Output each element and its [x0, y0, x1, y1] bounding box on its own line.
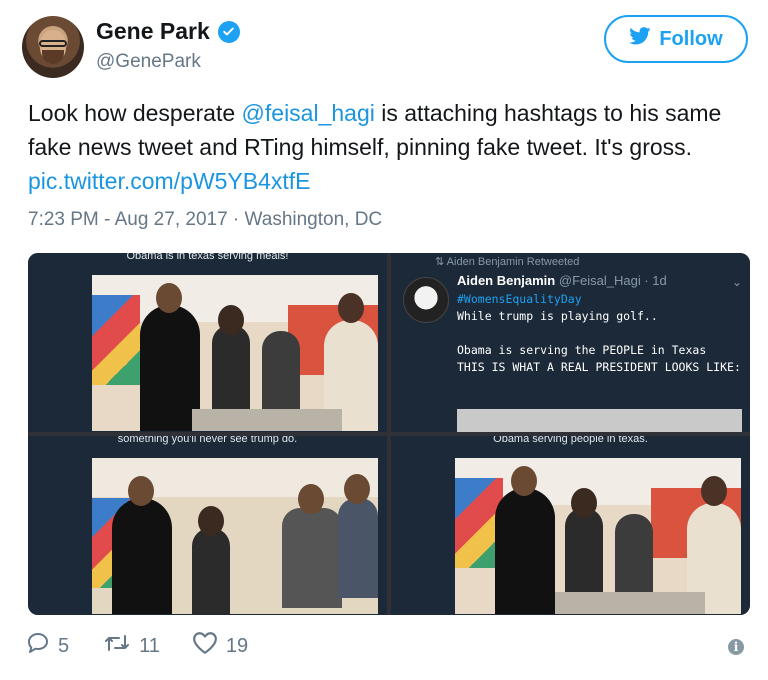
author-handle[interactable]: @GenePark: [96, 51, 240, 73]
embedded-hashtag: #WomensEqualityDay: [457, 292, 582, 306]
like-count: 19: [225, 634, 249, 657]
embedded-tweet-body: #WomensEqualityDay While trump is playin…: [457, 291, 742, 376]
person-black-shirt: [140, 305, 200, 431]
person-head: [156, 283, 182, 313]
retweeted-label: ⇅ Aiden Benjamin Retweeted: [435, 256, 580, 268]
image-caption: Obama is in texas serving meals!: [126, 253, 289, 262]
person-black-shirt: [112, 498, 172, 614]
media-link[interactable]: pic.twitter.com/pW5YB4xtfE: [28, 168, 310, 194]
author-name-row: Gene Park: [96, 18, 240, 45]
embedded-author: Aiden Benjamin @Feisal_Hagi · 1d: [457, 273, 667, 288]
person-head: [701, 476, 727, 506]
verified-badge-icon: [217, 20, 240, 43]
person-head: [218, 305, 244, 335]
like-button[interactable]: 19: [192, 631, 248, 661]
embedded-name: Aiden Benjamin: [457, 273, 556, 288]
wall-mural: [92, 295, 140, 385]
media-image-2[interactable]: ⇅ Aiden Benjamin Retweeted Aiden Benjami…: [391, 253, 750, 432]
chevron-down-icon: ⌄: [731, 275, 742, 289]
retweet-icon: [103, 632, 131, 660]
follow-button[interactable]: Follow: [604, 15, 748, 63]
person-plaid-shirt: [338, 498, 378, 598]
person-head: [511, 466, 537, 496]
embedded-avatar: [403, 277, 449, 323]
heart-icon: [192, 631, 218, 661]
tweet-text-start: Look how desperate: [28, 100, 242, 126]
person-server: [192, 528, 230, 614]
avatar-beard: [42, 50, 64, 64]
tweet-timestamp[interactable]: 7:23 PM - Aug 27, 2017 · Washington, DC: [28, 209, 382, 231]
retweet-count: 11: [139, 634, 160, 657]
reply-count: 5: [58, 634, 70, 657]
embedded-line: While trump is playing golf..: [457, 309, 658, 323]
retweet-button[interactable]: 11: [103, 632, 160, 660]
person-head: [344, 474, 370, 504]
tweet-actions: 5 11 19 i: [26, 630, 750, 662]
media-grid[interactable]: Obama is in texas serving meals! ⇅ Aiden…: [28, 253, 750, 615]
media-image-1[interactable]: Obama is in texas serving meals!: [28, 253, 387, 432]
embedded-image: [457, 409, 742, 432]
tweet-text: Look how desperate @feisal_hagi is attac…: [28, 96, 748, 198]
twitter-bird-icon: [629, 27, 651, 51]
reply-icon: [26, 631, 50, 661]
person-head: [198, 506, 224, 536]
follow-label: Follow: [659, 27, 723, 50]
embedded-handle: @Feisal_Hagi · 1d: [558, 273, 667, 288]
person-head: [128, 476, 154, 506]
person-head: [298, 484, 324, 514]
person-head: [571, 488, 597, 518]
media-image-4[interactable]: Obama serving people in texas.: [391, 436, 750, 615]
info-icon[interactable]: i: [728, 639, 744, 655]
media-image-3[interactable]: something you'll never see trump do.: [28, 436, 387, 615]
image-caption: Obama serving people in texas.: [493, 436, 648, 445]
serving-table: [555, 592, 705, 614]
person-head: [338, 293, 364, 323]
reply-button[interactable]: 5: [26, 631, 69, 661]
person-black-shirt: [495, 488, 555, 614]
serving-table: [192, 409, 342, 431]
embedded-line: THIS IS WHAT A REAL PRESIDENT LOOKS LIKE…: [457, 360, 741, 374]
author-avatar[interactable]: [22, 16, 84, 78]
embedded-line-blank: [457, 325, 742, 342]
author-display-name[interactable]: Gene Park: [96, 18, 210, 45]
author-info[interactable]: Gene Park @GenePark: [96, 18, 240, 73]
avatar-glasses: [39, 40, 67, 47]
serving-photo: [455, 458, 741, 614]
person-striped-shirt: [282, 508, 342, 608]
serving-photo: [92, 275, 378, 431]
serving-photo: [92, 458, 378, 614]
embedded-line: Obama is serving the PEOPLE in Texas: [457, 343, 707, 357]
image-caption: something you'll never see trump do.: [117, 436, 298, 445]
mention-link[interactable]: @feisal_hagi: [242, 100, 375, 126]
